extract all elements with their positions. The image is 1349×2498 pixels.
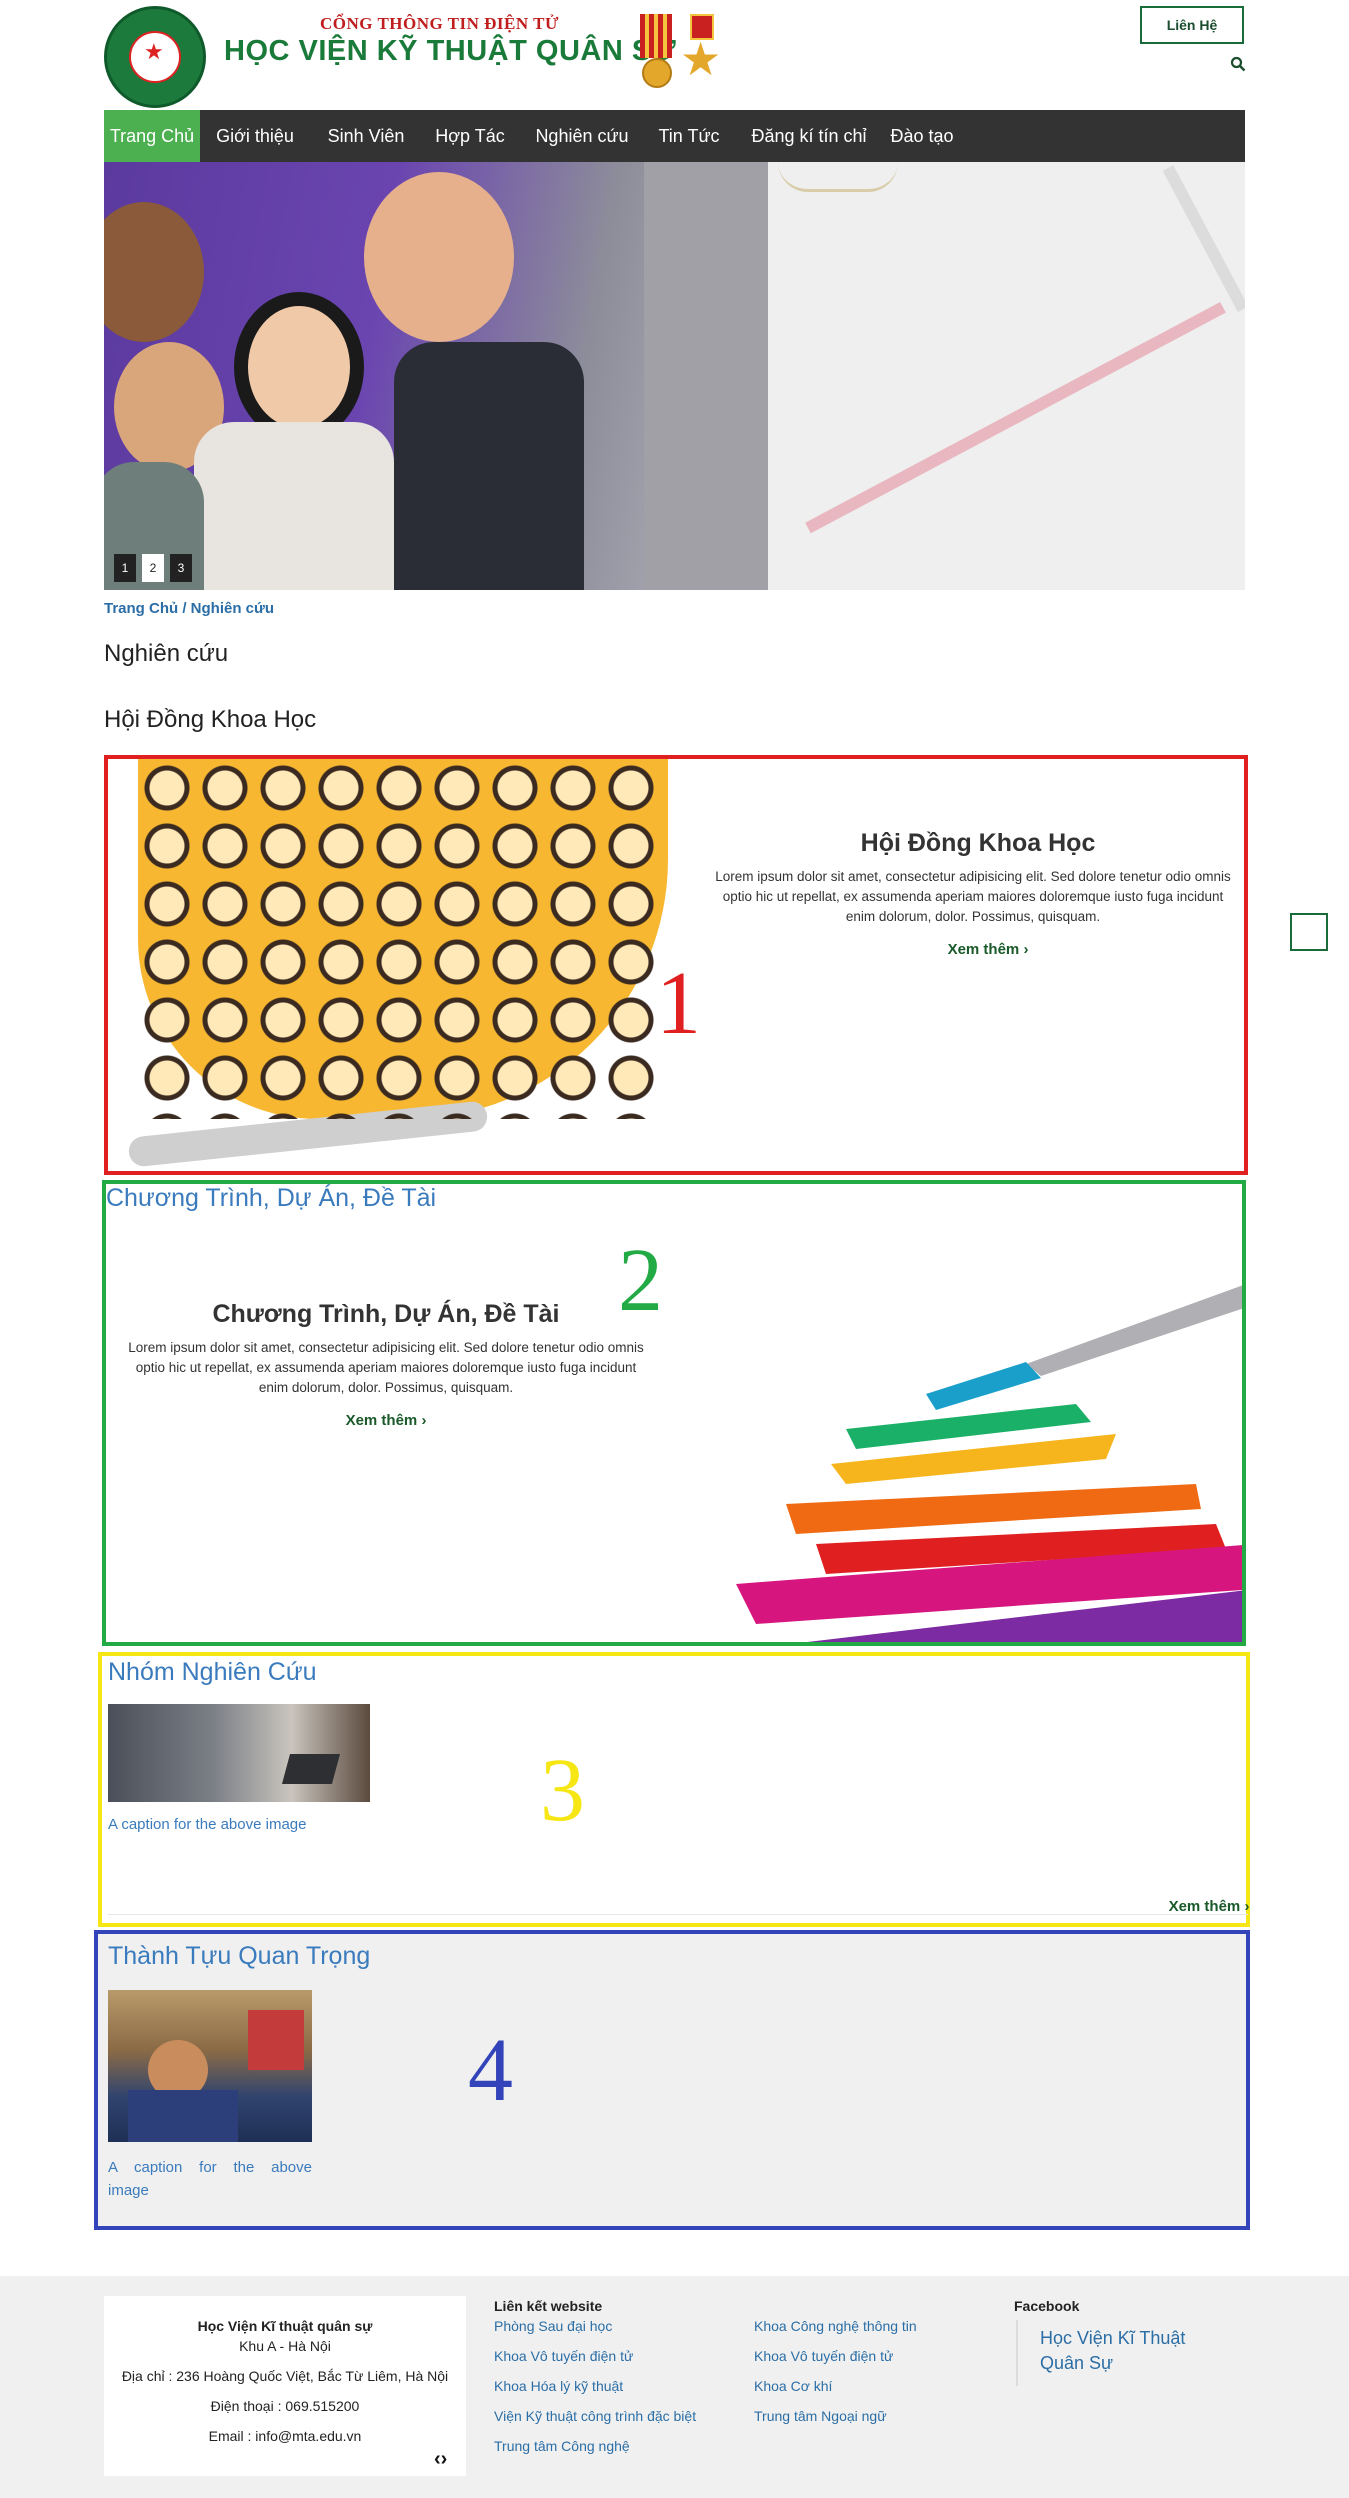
section-text: Lorem ipsum dolor sit amet, consectetur … xyxy=(715,869,1231,924)
footer-contact-card: Học Viện Kĩ thuật quân sự Khu A - Hà Nội… xyxy=(104,2296,466,2476)
footer-link[interactable]: Trung tâm Ngoại ngữ xyxy=(754,2408,887,2424)
section-heading: Nhóm Nghiên Cứu xyxy=(108,1658,317,1686)
nav-item-cooperation[interactable]: Hợp Tác xyxy=(434,110,506,162)
code-icon[interactable]: ‹› xyxy=(434,2448,447,2471)
footer-link[interactable]: Phòng Sau đại học xyxy=(494,2318,612,2334)
facebook-heading: Facebook xyxy=(1014,2298,1080,2314)
see-more-link[interactable]: Xem thêm › xyxy=(1164,1898,1254,1915)
section-title: Chương Trình, Dự Án, Đề Tài xyxy=(212,1300,560,1328)
star-medal-icon: ★ xyxy=(680,14,721,94)
see-more-label: Xem thêm xyxy=(345,1412,418,1429)
footer-link[interactable]: Khoa Vô tuyến điện tử xyxy=(754,2348,893,2364)
section-marker-3: 3 xyxy=(540,1741,585,1840)
section-scientific-council: 1 Hội Đồng Khoa Học Lorem ipsum dolor si… xyxy=(104,755,1248,1175)
footer-link[interactable]: Trung tâm Công nghệ xyxy=(494,2438,630,2454)
section-heading: Hội Đồng Khoa Học xyxy=(104,706,317,733)
nav-item-about[interactable]: Giới thiệu xyxy=(214,110,296,162)
slide-page-3[interactable]: 3 xyxy=(170,554,192,582)
slide-page-1[interactable]: 1 xyxy=(114,554,136,582)
search-icon[interactable] xyxy=(1230,56,1246,72)
see-more-label: Xem thêm xyxy=(1168,1898,1241,1915)
footer-link[interactable]: Khoa Vô tuyến điện tử xyxy=(494,2348,633,2364)
chevron-right-icon: › xyxy=(1244,1898,1250,1915)
footer-link[interactable]: Khoa Công nghệ thông tin xyxy=(754,2318,917,2334)
footer-link[interactable]: Khoa Cơ khí xyxy=(754,2378,832,2394)
org-email: Email : info@mta.edu.vn xyxy=(208,2428,362,2444)
nav-item-research[interactable]: Nghiên cứu xyxy=(534,110,630,162)
divider xyxy=(108,1914,1248,1915)
site-subtitle: CỔNG THÔNG TIN ĐIỆN TỬ xyxy=(320,14,559,33)
links-heading: Liên kết website xyxy=(494,2298,603,2314)
floating-widget-button[interactable] xyxy=(1290,913,1328,951)
site-title: HỌC VIỆN KỸ THUẬT QUÂN SỰ xyxy=(224,35,677,67)
see-more-label: Xem thêm xyxy=(947,941,1020,958)
facebook-page-link[interactable]: Học Viện Kĩ Thuật Quân Sự xyxy=(1040,2326,1210,2376)
section-heading: Thành Tựu Quan Trọng xyxy=(108,1942,371,1970)
org-area: Khu A - Hà Nội xyxy=(239,2338,331,2354)
see-more-link[interactable]: Xem thêm › xyxy=(306,1412,466,1429)
student-raising-hand-image xyxy=(108,1990,312,2142)
star-icon: ★ xyxy=(144,39,164,64)
lightbulb-people-image xyxy=(108,759,668,1171)
medal-icon xyxy=(640,14,672,94)
nav-item-news[interactable]: Tin Tức xyxy=(655,110,723,162)
section-research-groups: Nhóm Nghiên Cứu A caption for the above … xyxy=(98,1652,1250,1927)
section-title: Hội Đồng Khoa Học xyxy=(860,829,1096,857)
academy-logo[interactable]: ★ xyxy=(104,6,206,108)
section-heading: Chương Trình, Dự Án, Đề Tài xyxy=(106,1184,437,1212)
nav-item-training[interactable]: Đào tạo xyxy=(887,110,957,162)
chevron-right-icon: › xyxy=(1023,941,1029,958)
research-group-image xyxy=(108,1704,370,1802)
nav-item-students[interactable]: Sinh Viên xyxy=(327,110,405,162)
logo-emblem: ★ xyxy=(129,31,181,83)
section-achievements: Thành Tựu Quan Trọng A caption for the a… xyxy=(94,1930,1250,2230)
org-address: Địa chỉ : 236 Hoàng Quốc Việt, Bắc Từ Li… xyxy=(121,2368,449,2384)
section-marker-4: 4 xyxy=(468,2021,513,2120)
facebook-divider xyxy=(1016,2320,1018,2386)
org-name: Học Viện Kĩ thuật quân sự xyxy=(197,2318,373,2334)
section-programs-projects: Chương Trình, Dự Án, Đề Tài 2 Chương Trì… xyxy=(102,1180,1246,1646)
section-text: Lorem ipsum dolor sit amet, consectetur … xyxy=(128,1340,644,1395)
slide-page-2[interactable]: 2 xyxy=(142,554,164,582)
footer-link[interactable]: Khoa Hóa lý kỹ thuật xyxy=(494,2378,623,2394)
section-marker-1: 1 xyxy=(656,954,701,1053)
hero-image-people xyxy=(104,162,768,590)
nav-item-credit-registration[interactable]: Đăng kí tín chỉ xyxy=(749,110,869,162)
see-more-link[interactable]: Xem thêm › xyxy=(908,941,1068,958)
hero-slider[interactable]: 1 2 3 xyxy=(104,162,1245,590)
nav-item-home[interactable]: Trang Chủ xyxy=(104,110,200,162)
color-ribbons-pencil-image xyxy=(736,1285,1242,1642)
chevron-right-icon: › xyxy=(421,1412,427,1429)
contact-button[interactable]: Liên Hệ xyxy=(1140,6,1244,44)
footer-link[interactable]: Viện Kỹ thuật công trình đặc biệt xyxy=(494,2408,696,2424)
hero-image-pavement xyxy=(768,162,1245,590)
org-phone: Điện thoại : 069.515200 xyxy=(210,2398,360,2414)
image-caption: A caption for the above image xyxy=(108,1816,307,1833)
main-nav: Trang Chủ Giới thiệu Sinh Viên Hợp Tác N… xyxy=(104,110,1245,162)
image-caption: A caption for the above image xyxy=(108,2159,312,2199)
page-title: Nghiên cứu xyxy=(104,640,229,667)
breadcrumb[interactable]: Trang Chủ / Nghiên cứu xyxy=(104,600,274,617)
